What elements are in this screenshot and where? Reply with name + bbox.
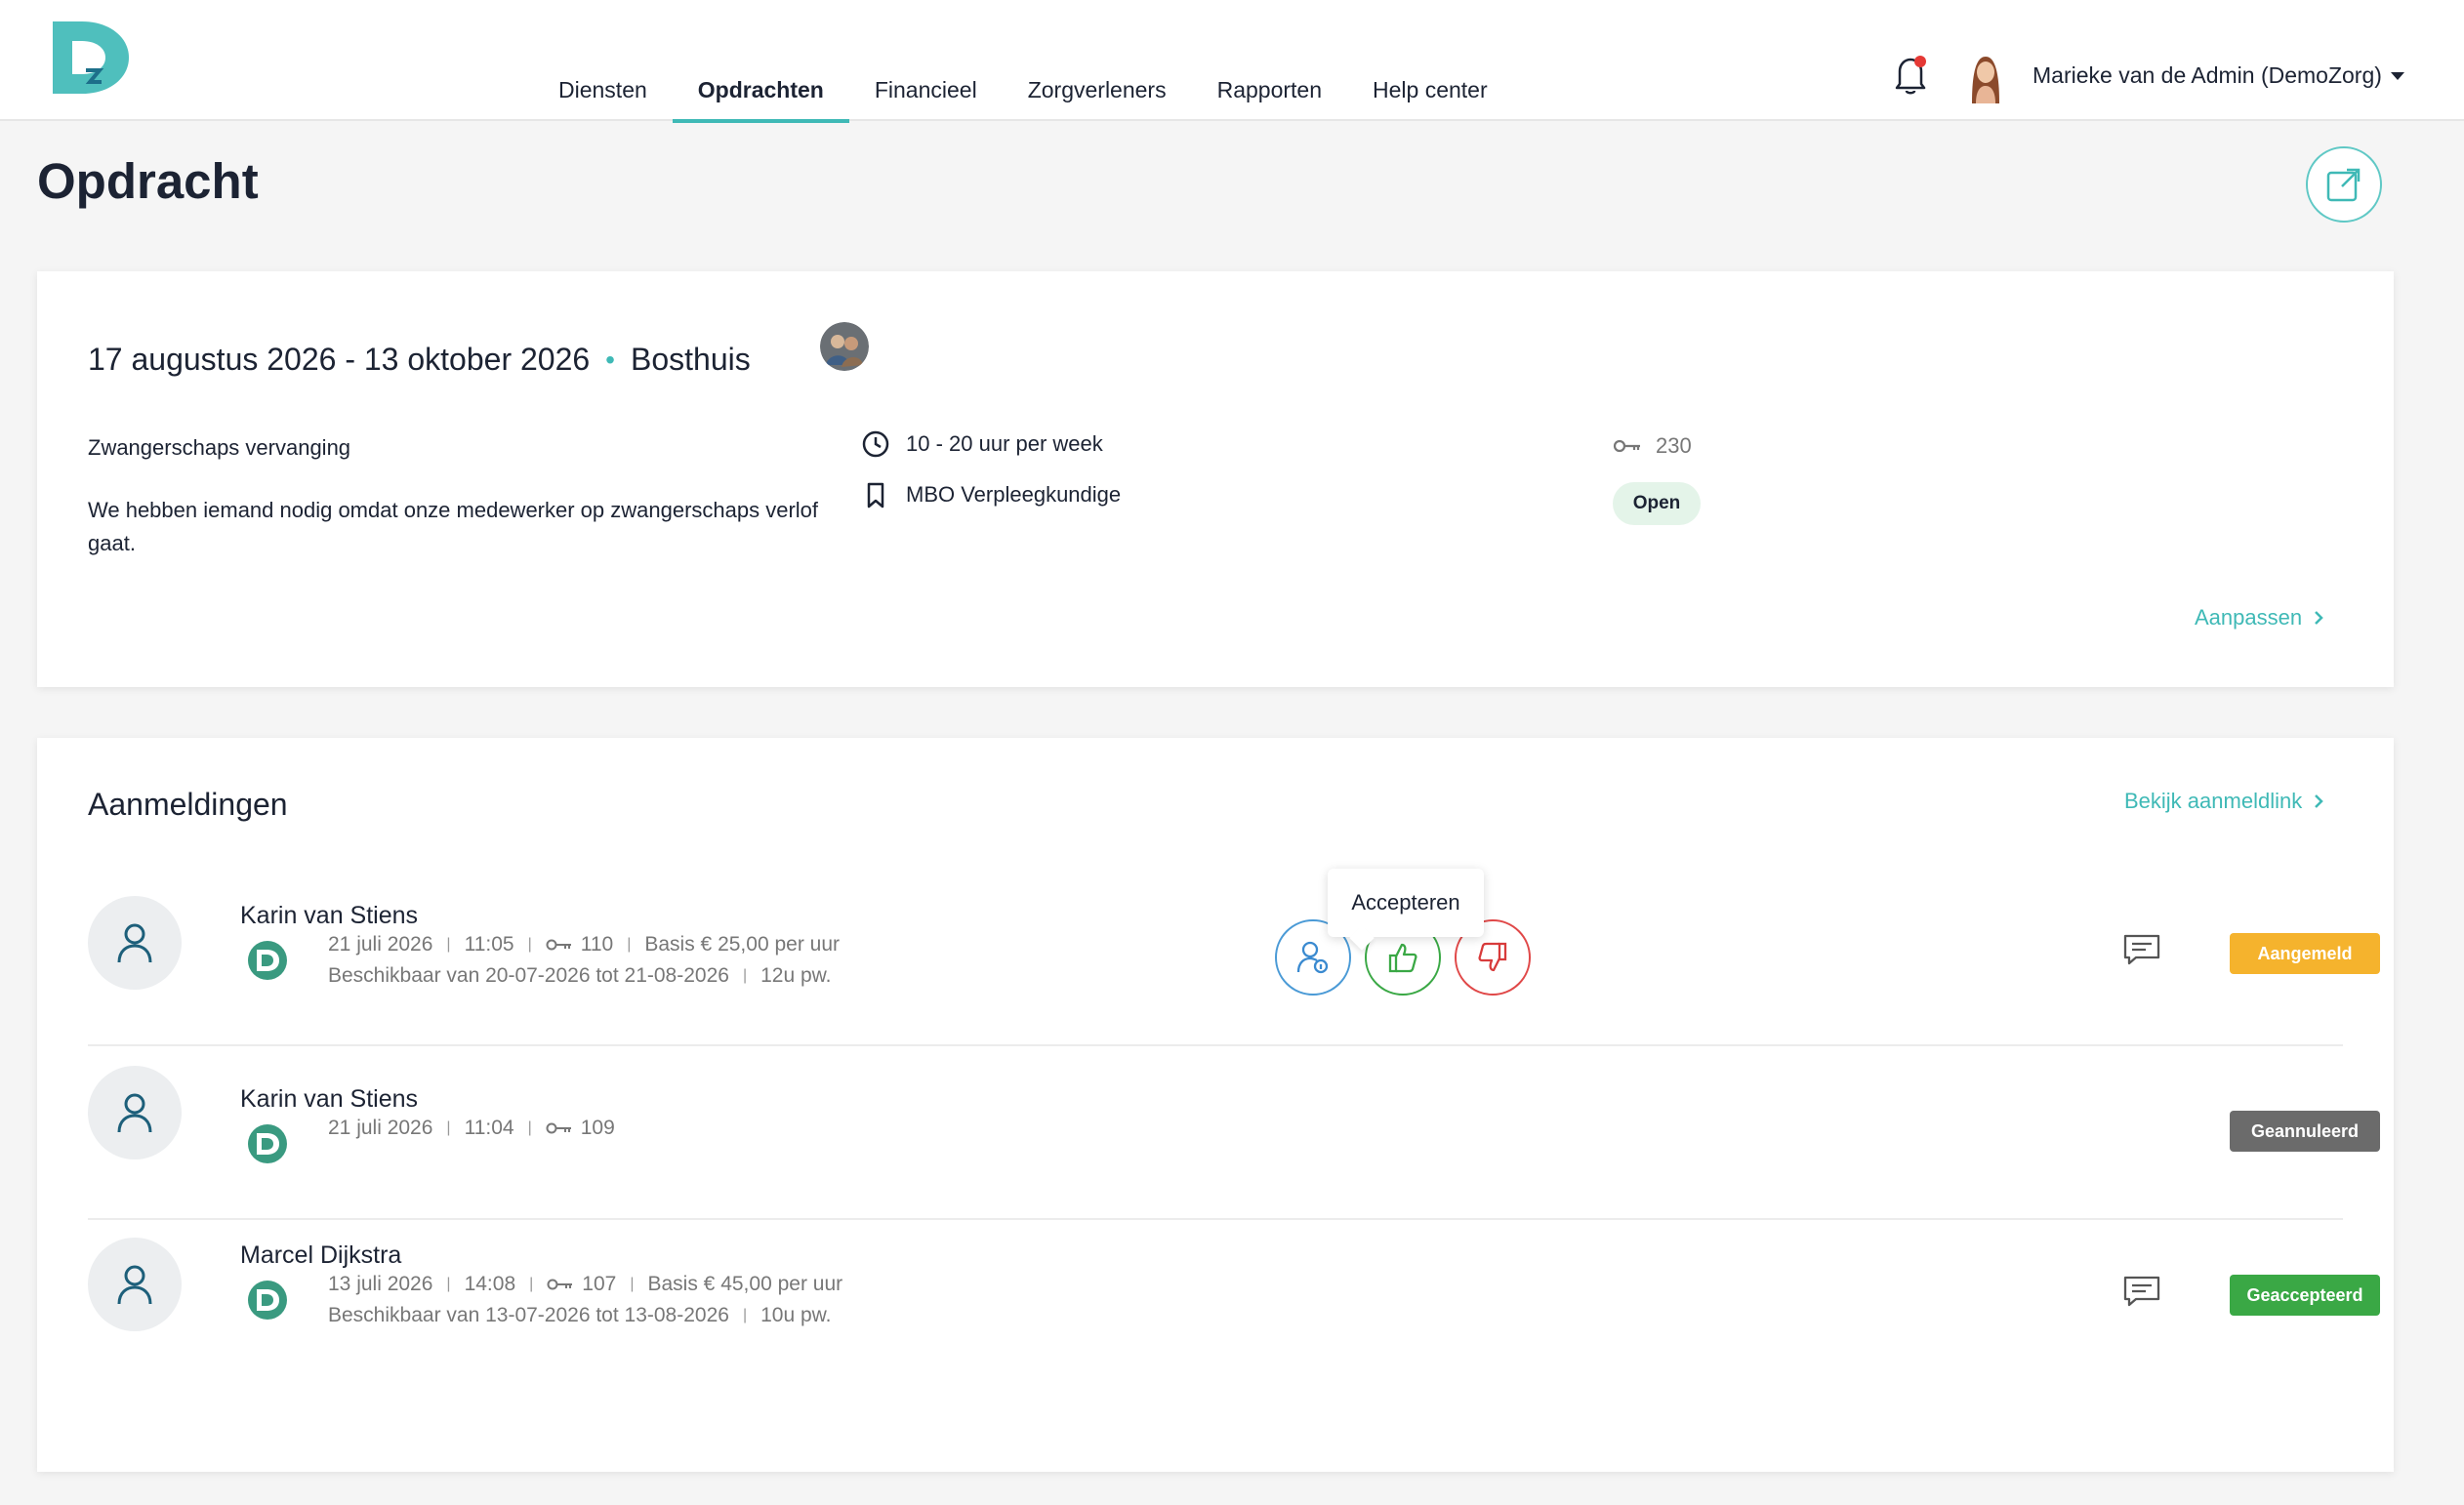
- application-date: 13 juli 2026: [328, 1273, 433, 1295]
- key-icon: [547, 1279, 573, 1290]
- function-info: MBO Verpleegkundige: [861, 480, 1121, 509]
- function-text: MBO Verpleegkundige: [906, 482, 1122, 507]
- applicant-name[interactable]: Marcel Dijkstra: [240, 1241, 401, 1270]
- chevron-right-icon: [2315, 611, 2323, 625]
- bookmark-icon: [867, 482, 884, 508]
- applicant-name[interactable]: Karin van Stiens: [240, 1085, 418, 1114]
- meta-separator: |: [742, 967, 748, 984]
- edit-assignment-label: Aanpassen: [2195, 605, 2303, 630]
- hours-info: 10 - 20 uur per week: [861, 429, 1103, 459]
- nav-help-center[interactable]: Help center: [1347, 0, 1513, 121]
- nav-financieel[interactable]: Financieel: [849, 0, 1003, 121]
- application-row: Marcel Dijkstra 13 juli 2026 | 14:08 | 1…: [88, 1220, 2380, 1396]
- demozorg-agency-logo-icon: [248, 941, 287, 980]
- application-meta: 13 juli 2026 | 14:08 | 107 | Basis € 45,…: [328, 1273, 842, 1296]
- application-row: Karin van Stiens 21 juli 2026 | 11:05 | …: [88, 869, 2380, 1046]
- status-badge: Aangemeld: [2230, 933, 2380, 974]
- hours-text: 10 - 20 uur per week: [906, 431, 1103, 456]
- application-time: 11:04: [464, 1117, 514, 1139]
- status-badge: Geannuleerd: [2230, 1111, 2380, 1152]
- nav-opdrachten[interactable]: Opdrachten: [672, 0, 849, 123]
- assignment-title: 17 augustus 2026 - 13 oktober 2026 • Bos…: [88, 342, 751, 378]
- notification-bell-icon[interactable]: [1892, 53, 1929, 96]
- person-icon: [117, 923, 152, 963]
- reference-number: 230: [1656, 433, 1692, 458]
- meta-separator: |: [627, 936, 632, 953]
- meta-separator: |: [446, 1119, 451, 1136]
- assignment-status-badge: Open: [1613, 482, 1701, 525]
- person-info-icon: [1296, 941, 1329, 974]
- key-icon: [546, 1122, 571, 1134]
- message-icon[interactable]: [2122, 1275, 2161, 1308]
- applications-card: Aanmeldingen Bekijk aanmeldlink Karin va…: [37, 738, 2394, 1472]
- meta-separator: |: [446, 936, 451, 953]
- application-ref: 109: [580, 1117, 615, 1139]
- nav-zorgverleners[interactable]: Zorgverleners: [1003, 0, 1192, 121]
- meta-separator: |: [527, 936, 532, 953]
- applicant-name[interactable]: Karin van Stiens: [240, 902, 418, 930]
- thumbs-up-icon: [1388, 943, 1417, 973]
- message-icon[interactable]: [2122, 933, 2161, 966]
- person-icon: [117, 1265, 152, 1305]
- chevron-down-icon[interactable]: [2390, 70, 2405, 82]
- person-icon: [117, 1093, 152, 1133]
- assignment-detail-card: 17 augustus 2026 - 13 oktober 2026 • Bos…: [37, 271, 2394, 687]
- demozorg-agency-logo-icon: [248, 1124, 287, 1163]
- application-availability: Beschikbaar van 20-07-2026 tot 21-08-202…: [328, 964, 832, 988]
- applications-title: Aanmeldingen: [88, 787, 288, 822]
- meta-separator: |: [527, 1119, 532, 1136]
- nav-rapporten[interactable]: Rapporten: [1192, 0, 1347, 121]
- main-nav: Diensten Opdrachten Financieel Zorgverle…: [533, 0, 1513, 123]
- application-availability: Beschikbaar van 13-07-2026 tot 13-08-202…: [328, 1304, 832, 1327]
- assignment-location: Bosthuis: [630, 342, 751, 377]
- applicant-avatar: [88, 1066, 182, 1159]
- view-application-link-label: Bekijk aanmeldlink: [2124, 789, 2303, 813]
- key-icon: [1613, 439, 1640, 453]
- application-date: 21 juli 2026: [328, 1117, 433, 1139]
- clock-icon: [862, 430, 889, 458]
- user-avatar[interactable]: [1966, 53, 2005, 103]
- application-rate: Basis € 45,00 per uur: [647, 1273, 843, 1295]
- edit-assignment-link[interactable]: Aanpassen: [2195, 605, 2323, 630]
- assignment-description: We hebben iemand nodig omdat onze medewe…: [88, 498, 819, 555]
- applicant-avatar: [88, 1238, 182, 1331]
- availability-hours: 12u pw.: [760, 964, 832, 987]
- meta-separator: |: [630, 1276, 635, 1292]
- application-ref: 107: [582, 1273, 617, 1295]
- application-meta: 21 juli 2026 | 11:05 | 110 | Basis € 25,…: [328, 933, 840, 956]
- key-icon: [546, 939, 571, 951]
- availability-text: Beschikbaar van 20-07-2026 tot 21-08-202…: [328, 964, 729, 987]
- availability-text: Beschikbaar van 13-07-2026 tot 13-08-202…: [328, 1304, 729, 1326]
- view-application-link[interactable]: Bekijk aanmeldlink: [2124, 789, 2323, 814]
- assignment-date-range: 17 augustus 2026 - 13 oktober 2026: [88, 342, 591, 377]
- application-meta: 21 juli 2026 | 11:04 | 109: [328, 1117, 615, 1140]
- application-row: Karin van Stiens 21 juli 2026 | 11:04 | …: [88, 1046, 2380, 1220]
- status-badge: Geaccepteerd: [2230, 1275, 2380, 1316]
- applicant-avatar: [88, 896, 182, 990]
- application-date: 21 juli 2026: [328, 933, 433, 956]
- team-avatar[interactable]: [820, 322, 869, 371]
- meta-separator: |: [742, 1307, 748, 1323]
- reference-info: 230: [1613, 433, 1692, 459]
- external-link-icon: [2326, 168, 2361, 202]
- chevron-right-icon: [2315, 794, 2323, 808]
- application-ref: 110: [580, 933, 614, 956]
- meta-separator: |: [529, 1276, 534, 1292]
- application-rate: Basis € 25,00 per uur: [644, 933, 840, 956]
- thumbs-down-icon: [1478, 942, 1507, 972]
- application-time: 11:05: [464, 933, 514, 956]
- demozorg-agency-logo-icon: [248, 1281, 287, 1320]
- meta-separator: |: [446, 1276, 451, 1292]
- page-title: Opdracht: [37, 153, 259, 209]
- accept-tooltip: Accepteren: [1328, 869, 1484, 937]
- open-external-button[interactable]: [2306, 146, 2382, 223]
- title-separator-dot: •: [605, 344, 615, 375]
- top-header: Diensten Opdrachten Financieel Zorgverle…: [0, 0, 2464, 123]
- application-time: 14:08: [464, 1273, 516, 1295]
- user-menu-name[interactable]: Marieke van de Admin (DemoZorg): [2033, 62, 2382, 89]
- availability-hours: 10u pw.: [760, 1304, 832, 1326]
- nav-diensten[interactable]: Diensten: [533, 0, 673, 121]
- demozorg-logo[interactable]: [53, 21, 129, 94]
- assignment-description-title: Zwangerschaps vervanging: [88, 435, 351, 460]
